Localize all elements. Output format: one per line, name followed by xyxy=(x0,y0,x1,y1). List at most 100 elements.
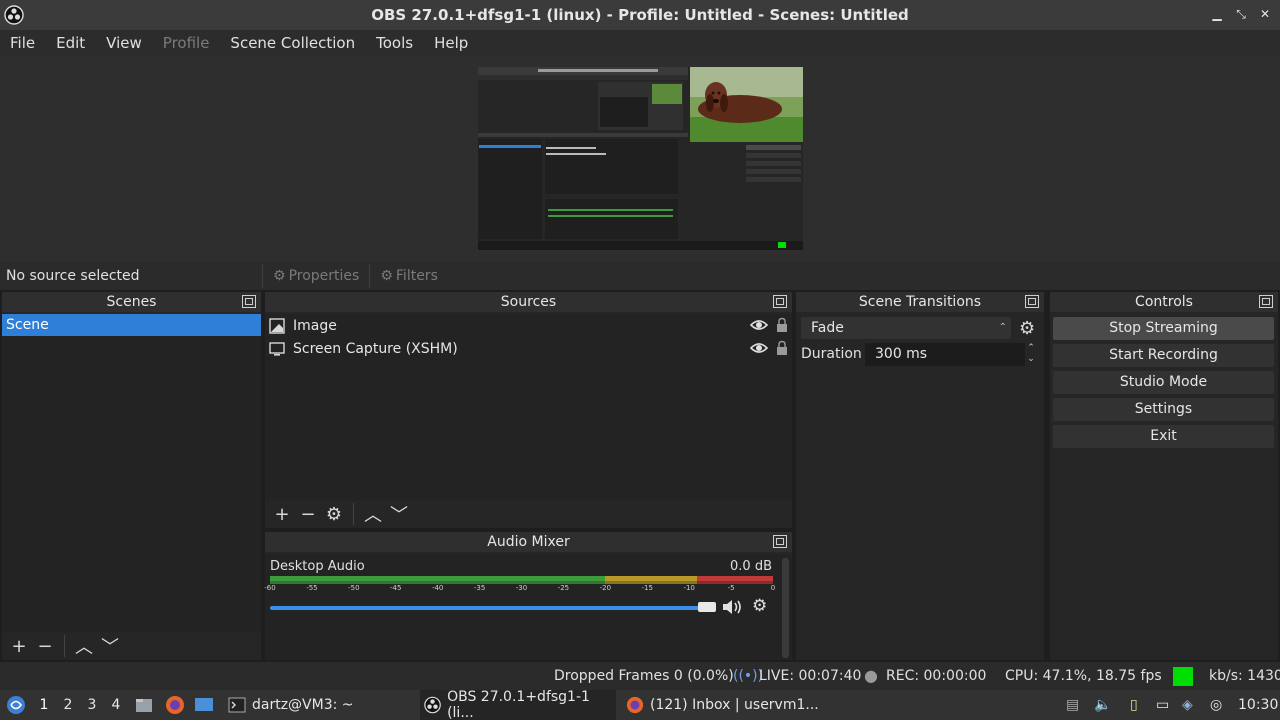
move-up-icon[interactable]: ︿ xyxy=(73,635,95,658)
mixer-body: Desktop Audio 0.0 dB -60 -55 -50 -45 -40 -35-… xyxy=(264,554,792,660)
minimize-icon[interactable]: ▁ xyxy=(1210,7,1224,21)
duration-stepper[interactable]: ⌃ ⌄ xyxy=(1024,343,1038,366)
terminal-icon xyxy=(228,697,246,713)
bitrate: kb/s: 1430 xyxy=(1209,668,1280,684)
undock-icon[interactable] xyxy=(773,535,787,548)
close-icon[interactable]: ✕ xyxy=(1258,7,1272,21)
preview-canvas[interactable] xyxy=(478,67,803,250)
lock-icon[interactable] xyxy=(776,340,788,356)
remove-scene-icon[interactable]: − xyxy=(34,635,56,657)
meter-scale: -60 -55 -50 -45 -40 -35 -30 -25 -20 -15 -10 -5 0 xyxy=(264,584,775,594)
volume-slider-handle[interactable] xyxy=(698,602,716,612)
remove-source-icon[interactable]: − xyxy=(297,503,319,525)
channel-level: 0.0 dB xyxy=(730,559,772,574)
file-manager-icon[interactable] xyxy=(135,696,153,714)
firefox-launcher-icon[interactable] xyxy=(165,695,185,715)
sources-list[interactable]: Image Screen Capture (XSHM) xyxy=(265,314,792,500)
move-up-icon[interactable]: ︿ xyxy=(362,503,384,526)
menu-file[interactable]: File xyxy=(10,34,46,52)
obs-logo-icon[interactable] xyxy=(4,5,24,25)
source-properties-gear-icon[interactable]: ⚙ xyxy=(323,503,345,525)
sources-dock: Sources Image Screen Capture (XSHM) + − … xyxy=(265,292,792,528)
toolbar-divider xyxy=(353,503,354,525)
workspace-1[interactable]: 1 xyxy=(36,697,52,713)
meter-scale-tick: -20 xyxy=(599,584,612,592)
filter-icon: ⚙ xyxy=(380,268,393,284)
move-down-icon[interactable]: ﹀ xyxy=(99,635,121,658)
scene-item[interactable]: Scene xyxy=(2,314,261,336)
studio-mode-button[interactable]: Studio Mode xyxy=(1053,371,1274,394)
audio-mixer-title: Audio Mixer xyxy=(487,534,570,550)
workspace-2[interactable]: 2 xyxy=(60,697,76,713)
source-item-image[interactable]: Image xyxy=(265,314,792,337)
duration-input[interactable]: 300 ms xyxy=(865,343,1025,366)
selected-source-label: No source selected xyxy=(6,268,140,284)
mixer-scrollbar[interactable] xyxy=(782,558,789,658)
meter-scale-tick: -60 xyxy=(264,584,276,592)
settings-button[interactable]: Settings xyxy=(1053,398,1274,421)
sources-toolbar: + − ⚙ ︿ ﹀ xyxy=(265,500,410,528)
start-menu-icon[interactable] xyxy=(6,695,26,715)
stop-streaming-button[interactable]: Stop Streaming xyxy=(1053,317,1274,340)
filters-button[interactable]: ⚙ Filters xyxy=(369,264,448,288)
menu-tools[interactable]: Tools xyxy=(376,34,424,52)
task-terminal[interactable]: dartz@VM3: ~ xyxy=(224,690,358,720)
exit-button[interactable]: Exit xyxy=(1053,425,1274,448)
visibility-eye-icon[interactable] xyxy=(750,318,768,332)
transition-gear-icon[interactable]: ⚙ xyxy=(1019,318,1039,339)
properties-button[interactable]: ⚙ Properties xyxy=(262,264,369,288)
window-title: OBS 27.0.1+dfsg1-1 (linux) - Profile: Un… xyxy=(371,6,909,24)
speaker-icon[interactable] xyxy=(721,598,745,616)
meter-scale-tick: -30 xyxy=(515,584,528,592)
source-item-screen-capture[interactable]: Screen Capture (XSHM) xyxy=(265,337,792,360)
menu-view[interactable]: View xyxy=(106,34,153,52)
monitor-icon xyxy=(269,341,285,356)
scenes-toolbar: + − ︿ ﹀ xyxy=(2,632,121,660)
lock-icon[interactable] xyxy=(776,317,788,333)
volume-slider[interactable] xyxy=(270,606,710,610)
undock-icon[interactable] xyxy=(242,295,256,308)
undock-icon[interactable] xyxy=(1025,295,1039,308)
volume-tray-icon[interactable]: 🔈 xyxy=(1094,697,1111,713)
display-tray-icon[interactable]: ▭ xyxy=(1156,697,1169,713)
transition-selected: Fade xyxy=(811,320,844,336)
task-obs[interactable]: OBS 27.0.1+dfsg1-1 (li... xyxy=(420,689,616,720)
desktop-icon[interactable] xyxy=(194,696,214,714)
undock-icon[interactable] xyxy=(773,295,787,308)
controls-body: Stop Streaming Start Recording Studio Mo… xyxy=(1050,314,1278,660)
workspace-4[interactable]: 4 xyxy=(108,697,124,713)
start-recording-button[interactable]: Start Recording xyxy=(1053,344,1274,367)
add-source-icon[interactable]: + xyxy=(271,503,293,525)
menu-profile[interactable]: Profile xyxy=(163,34,221,52)
title-bar: OBS 27.0.1+dfsg1-1 (linux) - Profile: Un… xyxy=(0,0,1280,30)
menu-edit[interactable]: Edit xyxy=(56,34,96,52)
task-label: dartz@VM3: ~ xyxy=(252,697,354,713)
notes-tray-icon[interactable]: ▯ xyxy=(1130,697,1138,713)
menu-help[interactable]: Help xyxy=(434,34,479,52)
mixer-gear-icon[interactable]: ⚙ xyxy=(752,596,767,616)
clock: 10:30 xyxy=(1238,697,1279,713)
network-tray-icon[interactable]: ◎ xyxy=(1210,697,1222,713)
menu-scene-collection[interactable]: Scene Collection xyxy=(230,34,366,52)
task-label: (121) Inbox | uservm1... xyxy=(650,697,819,713)
meter-scale-tick: -40 xyxy=(431,584,444,592)
update-tray-icon[interactable]: ◈ xyxy=(1182,697,1193,713)
move-down-icon[interactable]: ﹀ xyxy=(388,503,410,526)
undock-icon[interactable] xyxy=(1259,295,1273,308)
clipboard-icon[interactable]: ▤ xyxy=(1066,697,1079,713)
scenes-list[interactable]: Scene xyxy=(2,314,261,632)
gear-icon: ⚙ xyxy=(273,268,286,284)
add-scene-icon[interactable]: + xyxy=(8,635,30,657)
transition-select[interactable]: Fade ⌃⌄ xyxy=(801,317,1011,355)
obs-icon xyxy=(424,696,441,714)
visibility-eye-icon[interactable] xyxy=(750,341,768,355)
firefox-icon xyxy=(626,696,644,714)
workspace-3[interactable]: 3 xyxy=(84,697,100,713)
meter-scale-tick: -35 xyxy=(473,584,486,592)
restore-icon[interactable]: ⤡ xyxy=(1234,7,1248,21)
preview-area[interactable] xyxy=(0,56,1280,262)
meter-scale-tick: -15 xyxy=(641,584,653,592)
audio-mixer-dock: Audio Mixer Desktop Audio 0.0 dB -60 -55 -… xyxy=(264,532,792,660)
live-time: LIVE: 00:07:40 xyxy=(759,668,862,684)
task-firefox[interactable]: (121) Inbox | uservm1... xyxy=(622,690,823,720)
